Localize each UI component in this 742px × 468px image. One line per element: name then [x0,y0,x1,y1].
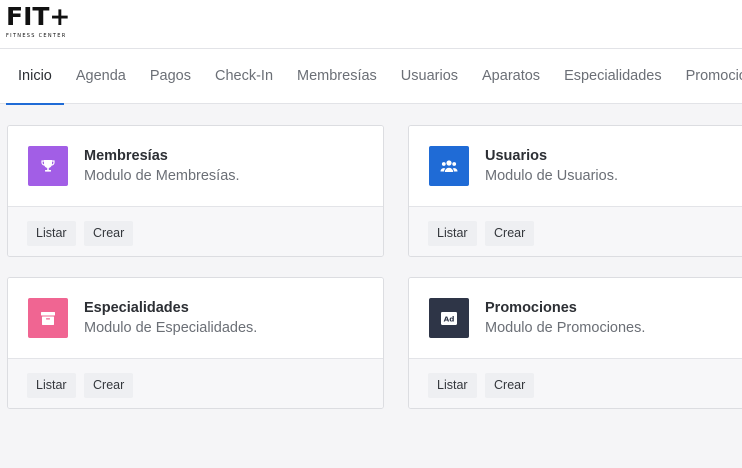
card-footer: Listar Crear [8,359,383,408]
card-footer: Listar Crear [409,359,742,408]
module-card-especialidades: Especialidades Modulo de Especialidades.… [7,277,384,409]
card-body: Ad Promociones Modulo de Promociones. [409,278,742,359]
card-description: Modulo de Promociones. [485,320,646,336]
card-description: Modulo de Membresías. [84,168,240,184]
main-nav: Inicio Agenda Pagos Check-In Membresías … [6,49,742,105]
module-card-membresias: Membresías Modulo de Membresías. Listar … [7,125,384,257]
card-title: Especialidades [84,300,189,316]
card-description: Modulo de Especialidades. [84,320,258,336]
module-card-promociones: Ad Promociones Modulo de Promociones. Li… [408,277,742,409]
nav-item-membresias[interactable]: Membresías [285,49,389,104]
card-body: Membresías Modulo de Membresías. [8,126,383,207]
trophy-icon [28,146,68,186]
nav-item-check-in[interactable]: Check-In [203,49,285,104]
card-footer: Listar Crear [409,207,742,256]
card-body: Especialidades Modulo de Especialidades. [8,278,383,359]
top-header: FIT+ FITNESS CENTER Inicio Agenda Pagos … [0,0,742,105]
list-button[interactable]: Listar [428,373,477,398]
card-title: Membresías [84,148,168,164]
nav-item-pagos[interactable]: Pagos [138,49,203,104]
card-title: Usuarios [485,148,548,164]
nav-item-agenda[interactable]: Agenda [64,49,138,104]
ad-icon-text: Ad [444,314,455,323]
brand-logo[interactable]: FIT+ FITNESS CENTER [6,4,72,40]
archive-icon [28,298,68,338]
nav-item-especialidades[interactable]: Especialidades [552,49,674,104]
create-button[interactable]: Crear [485,373,535,398]
users-icon [429,146,469,186]
nav-item-aparatos[interactable]: Aparatos [470,49,552,104]
list-button[interactable]: Listar [428,221,477,246]
card-body: Usuarios Modulo de Usuarios. [409,126,742,207]
module-card-usuarios: Usuarios Modulo de Usuarios. Listar Crea… [408,125,742,257]
nav-item-inicio[interactable]: Inicio [6,49,64,105]
card-footer: Listar Crear [8,207,383,256]
ad-icon: Ad [429,298,469,338]
create-button[interactable]: Crear [84,373,134,398]
list-button[interactable]: Listar [27,373,76,398]
nav-item-usuarios[interactable]: Usuarios [389,49,470,104]
create-button[interactable]: Crear [84,221,134,246]
list-button[interactable]: Listar [27,221,76,246]
card-title: Promociones [485,300,577,316]
card-description: Modulo de Usuarios. [485,168,618,184]
create-button[interactable]: Crear [485,221,535,246]
nav-item-promociones[interactable]: Promociones [674,49,742,104]
logo-text: FIT+ [6,2,71,31]
logo-subtitle: FITNESS CENTER [6,33,67,39]
